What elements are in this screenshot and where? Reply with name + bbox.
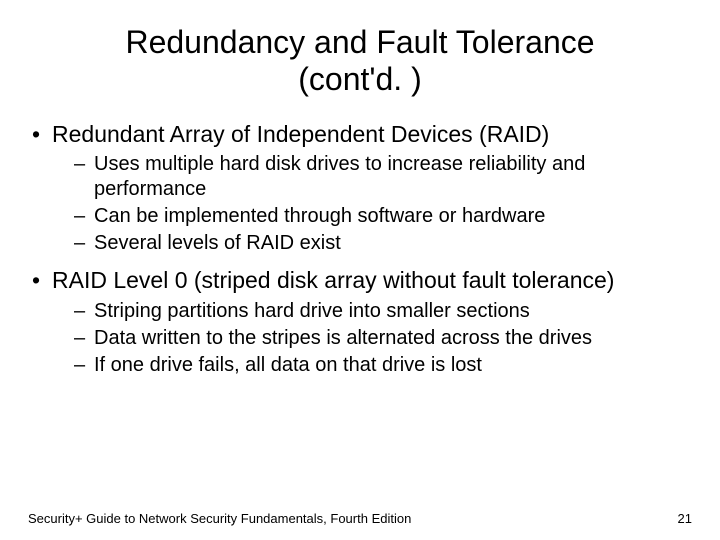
- subbullet-text: Data written to the stripes is alternate…: [94, 327, 592, 349]
- list-item: RAID Level 0 (striped disk array without…: [28, 266, 692, 378]
- list-item: If one drive fails, all data on that dri…: [52, 353, 692, 378]
- slide: Redundancy and Fault Tolerance (cont'd. …: [0, 0, 720, 540]
- subbullet-text: Striping partitions hard drive into smal…: [94, 300, 530, 322]
- bullet-text: RAID Level 0 (striped disk array without…: [52, 267, 614, 293]
- page-number: 21: [678, 511, 692, 526]
- list-item: Striping partitions hard drive into smal…: [52, 299, 692, 324]
- subbullet-text: Several levels of RAID exist: [94, 232, 341, 254]
- sub-list: Uses multiple hard disk drives to increa…: [52, 152, 692, 256]
- list-item: Data written to the stripes is alternate…: [52, 326, 692, 351]
- slide-footer: Security+ Guide to Network Security Fund…: [28, 511, 692, 526]
- footer-source: Security+ Guide to Network Security Fund…: [28, 511, 411, 526]
- list-item: Can be implemented through software or h…: [52, 204, 692, 229]
- list-item: Uses multiple hard disk drives to increa…: [52, 152, 692, 202]
- title-line-1: Redundancy and Fault Tolerance: [125, 24, 594, 60]
- title-line-2: (cont'd. ): [298, 61, 421, 97]
- list-item: Several levels of RAID exist: [52, 231, 692, 256]
- subbullet-text: Can be implemented through software or h…: [94, 205, 545, 227]
- slide-title: Redundancy and Fault Tolerance (cont'd. …: [28, 24, 692, 98]
- bullet-text: Redundant Array of Independent Devices (…: [52, 121, 549, 147]
- bullet-list: Redundant Array of Independent Devices (…: [28, 120, 692, 379]
- subbullet-text: If one drive fails, all data on that dri…: [94, 354, 482, 376]
- subbullet-text: Uses multiple hard disk drives to increa…: [94, 153, 585, 200]
- list-item: Redundant Array of Independent Devices (…: [28, 120, 692, 257]
- sub-list: Striping partitions hard drive into smal…: [52, 299, 692, 378]
